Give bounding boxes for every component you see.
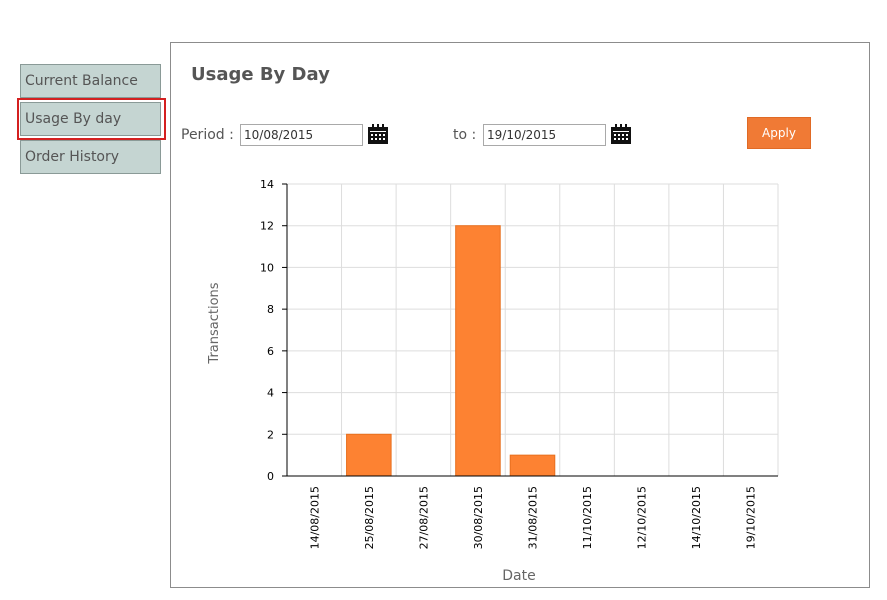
x-tick-label: 27/08/2015 <box>417 486 430 549</box>
x-tick-label: 12/10/2015 <box>636 486 649 549</box>
y-axis-label: Transactions <box>207 282 222 364</box>
y-tick-label: 2 <box>267 428 274 441</box>
y-tick-label: 8 <box>267 303 274 316</box>
bar <box>346 433 392 477</box>
chart-grid <box>287 183 779 476</box>
bar <box>509 454 556 477</box>
y-tick-label: 14 <box>260 178 274 191</box>
x-tick-label: 31/08/2015 <box>527 486 540 549</box>
chart-axes: 0 2 4 6 8 10 12 14 14/08/2015 25/08/2015 27/08/201… <box>260 178 778 549</box>
x-axis-label: Date <box>502 568 535 584</box>
x-tick-label: 19/10/2015 <box>745 486 758 549</box>
y-tick-label: 4 <box>267 387 274 400</box>
bar <box>455 225 501 477</box>
x-tick-label: 30/08/2015 <box>472 486 485 549</box>
usage-bar-chart: 0 2 4 6 8 10 12 14 14/08/2015 25/08/2015 27/08/201… <box>207 178 779 584</box>
y-tick-label: 12 <box>260 220 274 233</box>
x-tick-label: 25/08/2015 <box>363 486 376 549</box>
y-tick-label: 0 <box>267 470 274 483</box>
y-tick-label: 10 <box>260 261 274 274</box>
x-tick-label: 11/10/2015 <box>581 486 594 549</box>
x-tick-label: 14/10/2015 <box>690 486 703 549</box>
x-tick-label: 14/08/2015 <box>308 486 321 549</box>
y-tick-label: 6 <box>267 345 274 358</box>
